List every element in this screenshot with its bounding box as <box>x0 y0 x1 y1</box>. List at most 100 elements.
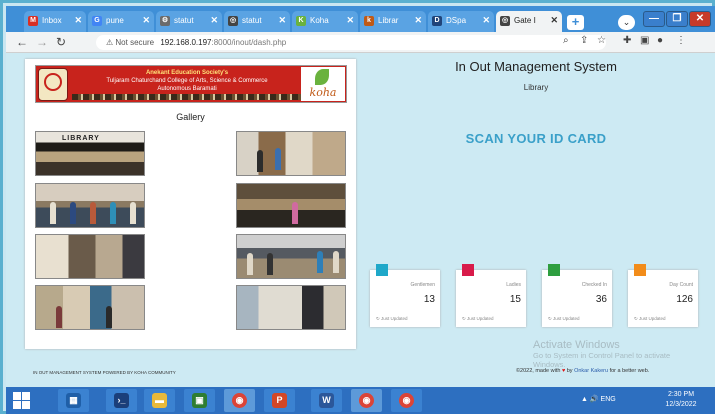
browser-tab-strip: M Inbox ✕ G pune ✕ ⚙ statut ✕ ◎ statut ✕… <box>6 6 715 32</box>
close-window-button[interactable]: ✕ <box>689 11 711 27</box>
url-bar[interactable]: ⚠ Not secure 192.168.0.197:8000/inout/da… <box>96 35 606 50</box>
stat-value: 13 <box>423 294 435 305</box>
taskbar-file-explorer[interactable]: ▬ <box>144 389 175 412</box>
tab-search-chevron-icon[interactable]: ⌄ <box>618 15 635 30</box>
gmail-icon: M <box>28 16 38 26</box>
chrome-icon: ◉ <box>399 393 414 408</box>
close-icon[interactable]: ✕ <box>550 15 558 26</box>
stat-label: Ladies <box>506 282 521 288</box>
footer-credit-prefix: ©2022, made with <box>516 368 561 374</box>
banner-text: Anekant Education Society's Tuljaram Cha… <box>72 69 302 93</box>
tab-label: Koha <box>310 16 329 25</box>
gallery-photo-visitors <box>35 183 145 228</box>
close-icon[interactable]: ✕ <box>142 15 150 26</box>
url-host: 192.168.0.197 <box>160 38 212 47</box>
reload-icon[interactable]: ↻ <box>56 35 66 49</box>
college-status: Autonomous Baramati <box>157 86 217 92</box>
taskbar-powershell[interactable]: ›_ <box>106 389 137 412</box>
footer-by: by <box>566 368 573 374</box>
new-tab-button[interactable]: + <box>567 15 584 30</box>
not-secure-label[interactable]: ⚠ Not secure <box>106 38 154 47</box>
gallery-photo-reading-room <box>35 234 145 279</box>
taskbar-calculator[interactable]: ▣ <box>184 389 215 412</box>
gallery-photo-computer-lab <box>35 285 145 330</box>
tab-label: Librar <box>378 16 399 25</box>
tab-label: statut <box>242 16 262 25</box>
close-icon[interactable]: ✕ <box>278 15 286 26</box>
maximize-button[interactable]: ❐ <box>666 11 688 27</box>
stat-color-marker <box>634 264 646 276</box>
gallery-photo-library-entrance: LIBRARY <box>35 131 145 176</box>
folder-icon: ▬ <box>152 393 167 408</box>
taskbar-chrome-1[interactable]: ◉ <box>224 389 255 412</box>
tab-label: DSpa <box>446 16 467 25</box>
tab-dspace[interactable]: D DSpa ✕ <box>428 11 494 32</box>
tab-library[interactable]: k Librar ✕ <box>360 11 426 32</box>
page-title: In Out Management System <box>455 59 617 74</box>
footer-credit-suffix: for a better web. <box>609 368 650 374</box>
chrome-icon: ◉ <box>359 393 374 408</box>
clock-time: 2:30 PM <box>667 391 695 398</box>
system-tray[interactable]: ▲ 🔊 ENG <box>581 395 616 403</box>
close-icon[interactable]: ✕ <box>482 15 490 26</box>
activate-windows-message: Go to System in Control Panel to activat… <box>533 351 671 369</box>
minimize-button[interactable]: — <box>643 11 665 27</box>
windows-start-icon[interactable] <box>13 392 31 410</box>
side-panel-icon[interactable]: ▣ <box>640 35 649 46</box>
koha-icon: K <box>296 16 306 26</box>
close-icon[interactable]: ✕ <box>414 15 422 26</box>
stat-label: Day Count <box>669 282 693 288</box>
close-icon[interactable]: ✕ <box>210 15 218 26</box>
profile-avatar-icon[interactable]: ● <box>657 35 663 46</box>
taskbar-word[interactable]: W <box>311 389 342 412</box>
share-icon[interactable]: ⇪ <box>580 35 588 46</box>
stat-label: Checked In <box>581 282 607 288</box>
footer-credit: ©2022, made with ♥ by Onkar Kakeru for a… <box>516 368 649 374</box>
gallery-photo-scanner-use <box>236 131 346 176</box>
tab-statut-1[interactable]: ⚙ statut ✕ <box>156 11 222 32</box>
taskbar-clock[interactable]: 2:30 PM 12/3/2022 <box>661 390 701 410</box>
stat-card-day-count: Day Count 126 ↻ Just Updated <box>628 264 698 327</box>
stat-color-marker <box>548 264 560 276</box>
tab-label: pune <box>106 16 124 25</box>
dspace-icon: D <box>432 16 442 26</box>
stat-updated: ↻ Just Updated <box>462 316 494 321</box>
zoom-icon[interactable]: ⌕ <box>563 35 569 46</box>
taskbar-powerpoint[interactable]: P <box>264 389 295 412</box>
stat-updated: ↻ Just Updated <box>634 316 666 321</box>
tab-label: Inbox <box>42 16 62 25</box>
gallery-photo-reading-desk <box>236 183 346 228</box>
library-sign-text: LIBRARY <box>62 135 100 142</box>
forward-arrow-icon[interactable]: → <box>36 35 48 49</box>
page-content: Anekant Education Society's Tuljaram Cha… <box>6 53 715 387</box>
tab-pune[interactable]: G pune ✕ <box>88 11 154 32</box>
college-name: Tuljaram Chaturchand College of Arts, Sc… <box>106 78 268 84</box>
network-icon: ▦ <box>66 393 81 408</box>
koha-library-icon: k <box>364 16 374 26</box>
taskbar-chrome-2[interactable]: ◉ <box>351 389 382 412</box>
page-subtitle: Library <box>523 83 549 92</box>
koha-wordmark: koha <box>309 86 337 99</box>
windows-taskbar: ▦ ›_ ▬ ▣ ◉ P W ◉ ◉ ▲ 🔊 ENG 2:30 PM 12/3/… <box>6 387 715 414</box>
more-menu-icon[interactable]: ⋮ <box>676 35 686 46</box>
close-icon[interactable]: ✕ <box>346 15 354 26</box>
stat-value: 36 <box>595 294 607 305</box>
heart-icon: ♥ <box>561 368 566 374</box>
stat-updated: ↻ Just Updated <box>376 316 408 321</box>
tab-label: Gate I <box>514 16 536 25</box>
extensions-puzzle-icon[interactable]: ✚ <box>623 35 631 46</box>
tab-gate-active[interactable]: ◎ Gate I ✕ <box>496 11 562 32</box>
tab-statut-2[interactable]: ◎ statut ✕ <box>224 11 290 32</box>
bookmark-star-icon[interactable]: ☆ <box>597 35 606 46</box>
back-arrow-icon[interactable]: ← <box>16 35 28 49</box>
taskbar-chrome-3[interactable]: ◉ <box>391 389 422 412</box>
close-icon[interactable]: ✕ <box>74 15 82 26</box>
footer-author-link[interactable]: Onkar Kakeru <box>574 368 608 374</box>
tab-koha[interactable]: K Koha ✕ <box>292 11 358 32</box>
gallery-photo-workstation <box>236 285 346 330</box>
google-icon: G <box>92 16 102 26</box>
taskbar-network-app[interactable]: ▦ <box>58 389 89 412</box>
tab-inbox[interactable]: M Inbox ✕ <box>24 11 86 32</box>
stat-label: Gentlemen <box>410 282 435 288</box>
browser-toolbar: ← → ↻ ⚠ Not secure 192.168.0.197:8000/in… <box>6 32 715 53</box>
